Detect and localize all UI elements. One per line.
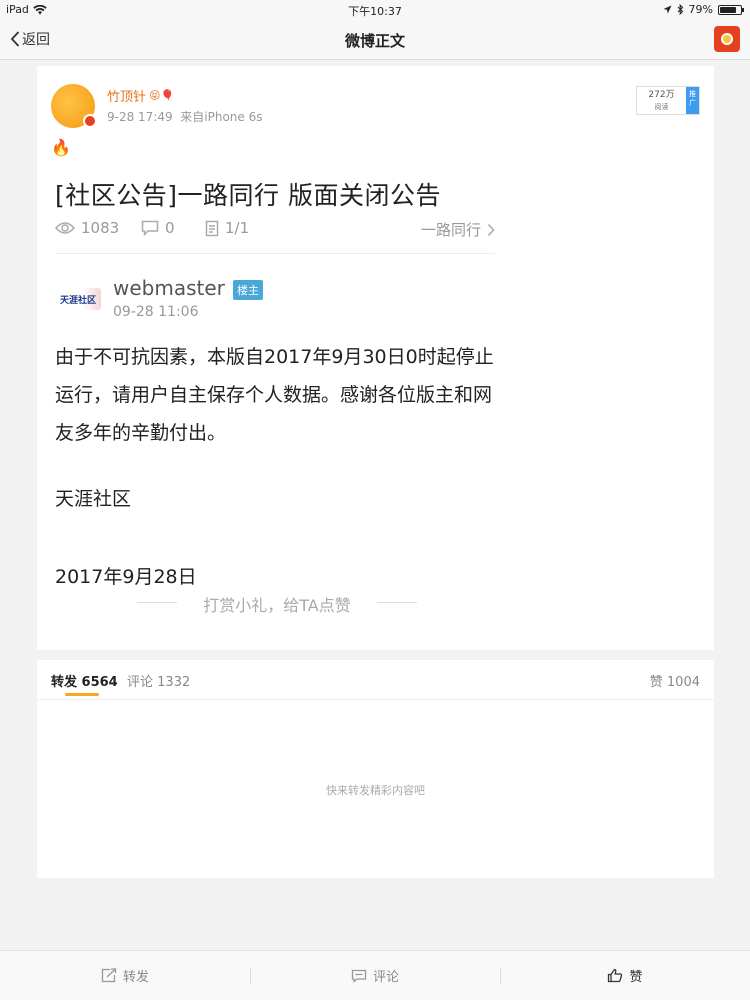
repost-icon <box>101 968 117 983</box>
chevron-right-icon <box>487 223 495 237</box>
announcement-body: 由于不可抗因素，本版自2017年9月30日0时起停止运行，请用户自主保存个人数据… <box>55 346 494 444</box>
location-icon <box>663 5 672 14</box>
repost-label: 转发 <box>122 970 149 985</box>
read-count: 272万 <box>648 90 675 100</box>
post-meta: 9-28 17:49 来自iPhone 6s <box>107 108 263 125</box>
tab-repost-count: 6564 <box>81 675 118 690</box>
announcement-date: 2017年9月28日 <box>55 566 197 588</box>
page-count: 1/1 <box>225 219 250 237</box>
read-count-badge: 272万 阅读 推广 <box>636 86 700 115</box>
screenshot-headline: [社区公告]一路同行 版面关闭公告 <box>55 181 441 210</box>
battery-percent: 79% <box>688 3 713 16</box>
username: 竹顶针 <box>107 90 147 105</box>
avatar[interactable] <box>51 84 97 128</box>
tab-comment[interactable]: 评论 1332 <box>127 671 190 690</box>
tab-like-label: 赞 <box>649 675 663 690</box>
screenshot-author-time: 09-28 11:06 <box>113 304 199 320</box>
document-icon <box>205 220 219 237</box>
repost-button[interactable]: 转发 <box>0 951 250 1000</box>
page-title: 微博正文 <box>344 32 405 50</box>
thumbs-up-icon <box>607 968 623 983</box>
post-card: 竹顶针 😝🎈 9-28 17:49 来自iPhone 6s 272万 阅读 推广… <box>37 66 714 650</box>
interaction-panel: 转发 6564 评论 1332 赞 1004 快来转发精彩内容吧 <box>37 660 714 878</box>
weibo-logo-icon <box>721 33 733 45</box>
tab-comment-label: 评论 <box>127 675 154 690</box>
promote-button[interactable]: 推广 <box>686 87 699 114</box>
board-name: 一路同行 <box>420 221 481 239</box>
active-tab-indicator <box>65 693 99 696</box>
bluetooth-icon <box>677 4 684 15</box>
like-button[interactable]: 赞 <box>500 951 750 1000</box>
comment-label: 评论 <box>372 970 399 985</box>
bottom-toolbar: 转发 评论 赞 <box>0 950 750 1000</box>
more-menu-button[interactable] <box>714 26 740 52</box>
interaction-tabs: 转发 6564 评论 1332 赞 1004 <box>37 660 714 700</box>
post-timestamp: 9-28 17:49 <box>107 110 173 124</box>
screenshot-author: webmaster <box>113 276 225 300</box>
tab-like-count: 1004 <box>666 675 700 690</box>
verified-badge-icon <box>83 114 97 128</box>
read-label: 阅读 <box>654 103 669 111</box>
view-count: 1083 <box>81 219 120 237</box>
username-emoji: 😝🎈 <box>149 89 175 102</box>
tianya-logo: 天涯社区 <box>55 288 101 310</box>
eye-icon <box>55 221 75 235</box>
status-bar: iPad 下午10:37 79% <box>0 0 750 20</box>
fire-emoji: 🔥 <box>51 138 71 157</box>
tab-repost-label: 转发 <box>51 675 78 690</box>
like-label: 赞 <box>629 970 643 985</box>
tab-comment-count: 1332 <box>157 675 191 690</box>
reward-prompt: 打赏小礼，给TA点赞 <box>137 592 417 616</box>
comment-icon <box>351 969 367 983</box>
post-source: 来自iPhone 6s <box>180 110 263 124</box>
battery-icon <box>718 4 744 15</box>
screenshot-stats: 1083 0 1/1 一路同行 <box>55 219 495 241</box>
post-author[interactable]: 竹顶针 😝🎈 <box>107 86 174 105</box>
comment-count: 0 <box>165 219 175 237</box>
owner-badge: 楼主 <box>233 280 263 300</box>
announcement-signature: 天涯社区 <box>55 488 132 510</box>
divider <box>55 253 495 254</box>
tab-like[interactable]: 赞 1004 <box>650 671 700 690</box>
comment-icon <box>141 220 159 236</box>
tab-repost[interactable]: 转发 6564 <box>51 671 118 690</box>
clock: 下午10:37 <box>348 5 402 18</box>
nav-bar: 返回 微博正文 <box>0 20 750 60</box>
empty-hint: 快来转发精彩内容吧 <box>326 784 425 797</box>
comment-button[interactable]: 评论 <box>250 951 500 1000</box>
